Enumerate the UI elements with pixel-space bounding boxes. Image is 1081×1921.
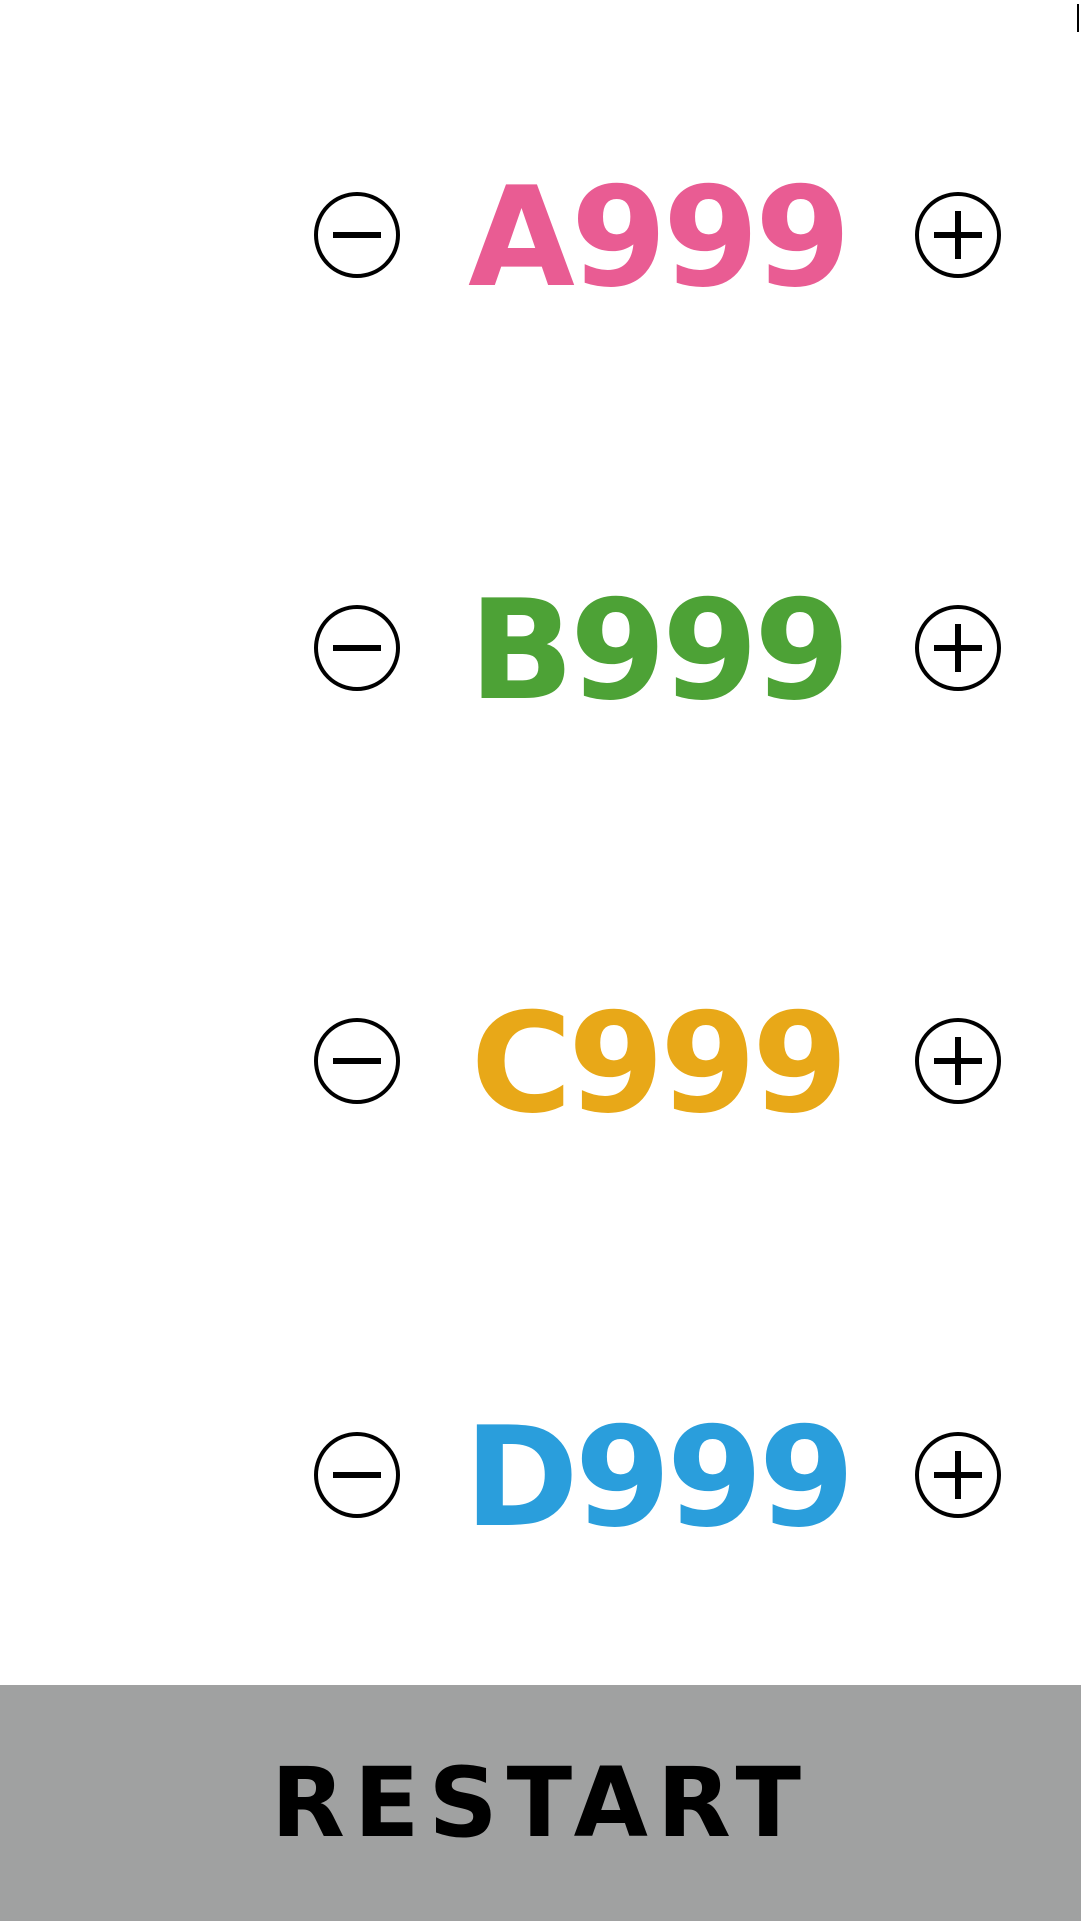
minus-circle-icon xyxy=(314,1018,400,1104)
counter-row-a: A999 xyxy=(0,168,1081,308)
increment-d-button[interactable] xyxy=(915,1432,1001,1518)
counter-a-value: A999 xyxy=(468,157,851,318)
counter-row-b: B999 xyxy=(0,581,1081,721)
decrement-d-button[interactable] xyxy=(314,1432,400,1518)
increment-a-button[interactable] xyxy=(915,192,1001,278)
app-screen: A999 B999 C999 D999 RESTART xyxy=(0,0,1081,1921)
counter-row-c: C999 xyxy=(0,994,1081,1134)
minus-circle-icon xyxy=(314,605,400,691)
minus-circle-icon xyxy=(314,192,400,278)
plus-circle-icon xyxy=(915,1018,1001,1104)
decrement-c-button[interactable] xyxy=(314,1018,400,1104)
decrement-b-button[interactable] xyxy=(314,605,400,691)
restart-label: RESTART xyxy=(270,1747,811,1859)
counter-d-value: D999 xyxy=(464,1397,855,1558)
counter-row-d: D999 xyxy=(0,1408,1081,1548)
minus-circle-icon xyxy=(314,1432,400,1518)
plus-circle-icon xyxy=(915,192,1001,278)
counter-c-value: C999 xyxy=(470,983,848,1144)
decrement-a-button[interactable] xyxy=(314,192,400,278)
edge-indicator xyxy=(1077,4,1079,32)
increment-c-button[interactable] xyxy=(915,1018,1001,1104)
counter-b-value: B999 xyxy=(468,570,850,731)
plus-circle-icon xyxy=(915,605,1001,691)
plus-circle-icon xyxy=(915,1432,1001,1518)
restart-button[interactable]: RESTART xyxy=(0,1685,1081,1921)
increment-b-button[interactable] xyxy=(915,605,1001,691)
